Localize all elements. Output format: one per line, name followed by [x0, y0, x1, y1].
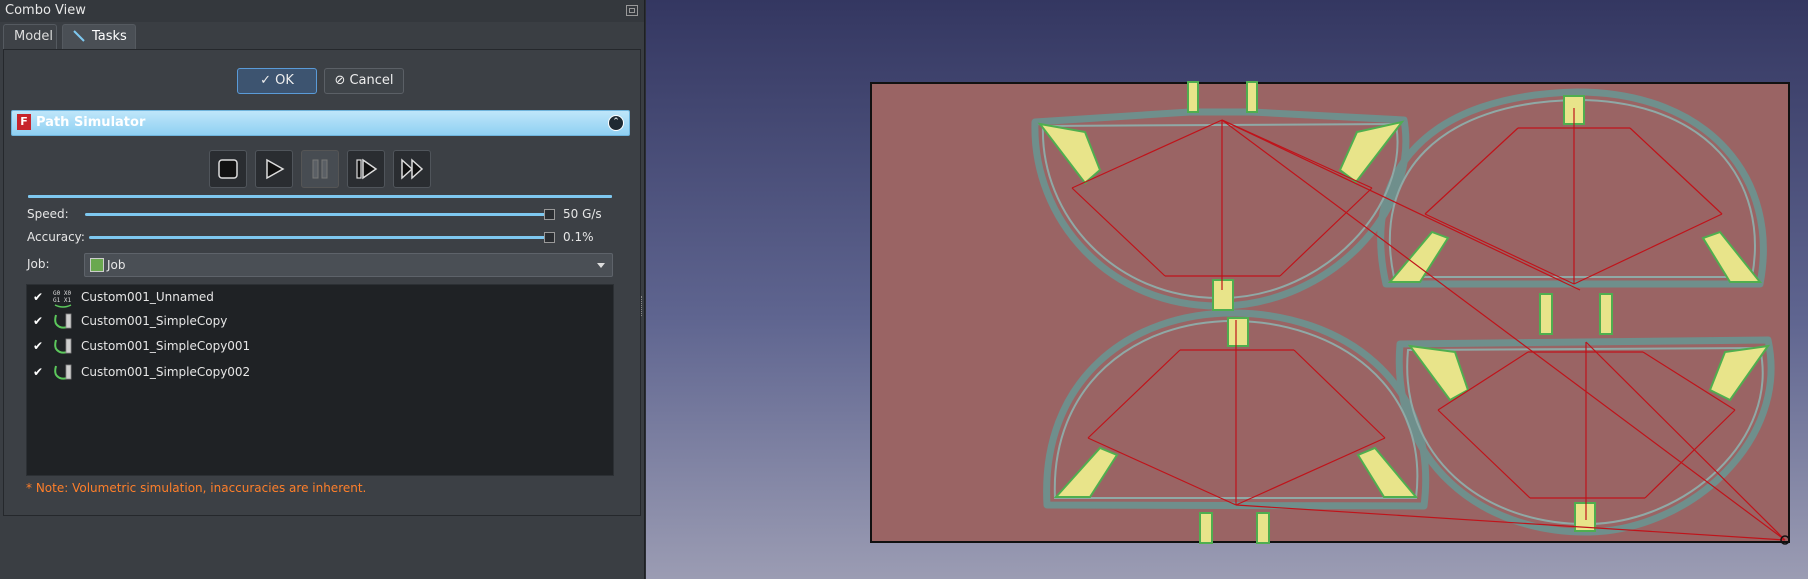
combo-view: Combo View Model Tasks ✓ OK ⊘ Cancel F P… — [0, 0, 645, 579]
gcode-icon-line-2: G1 X1 — [53, 297, 71, 304]
operation-name: Custom001_SimpleCopy — [81, 314, 228, 328]
accuracy-slider[interactable] — [89, 236, 550, 239]
cancel-button-label: Cancel — [349, 73, 394, 88]
simulation-note: * Note: Volumetric simulation, inaccurac… — [26, 481, 367, 495]
gcode-icon-line-1: G0 X0 — [53, 290, 71, 297]
gcode-icon: G0 X0 G1 X1 — [53, 290, 71, 308]
splitter-handle[interactable] — [641, 296, 645, 316]
tab-pad — [1199, 512, 1213, 544]
checkbox[interactable]: ✔ — [33, 314, 43, 328]
chevron-down-icon — [597, 263, 605, 268]
job-select[interactable]: Job — [84, 253, 613, 277]
tab-tasks[interactable]: Tasks — [62, 24, 136, 49]
checkbox[interactable]: ✔ — [33, 339, 43, 353]
tab-pad — [1246, 81, 1258, 113]
operation-name: Custom001_SimpleCopy002 — [81, 365, 251, 379]
job-select-value: Job — [107, 258, 126, 272]
tab-model-label: Model — [14, 29, 54, 44]
fast-forward-icon — [401, 158, 424, 180]
job-label: Job: — [27, 257, 50, 271]
toolpath-icon — [54, 364, 72, 380]
list-item[interactable]: ✔ Custom001_SimpleCopy002 — [27, 361, 613, 385]
tasks-icon — [73, 30, 85, 42]
combo-view-title: Combo View — [5, 3, 86, 18]
path-simulator-header: F Path Simulator ⌃ — [11, 110, 630, 136]
tab-pad — [1599, 293, 1613, 335]
list-item[interactable]: ✔ Custom001_SimpleCopy — [27, 310, 613, 334]
play-icon — [266, 158, 285, 180]
tab-pad — [1539, 293, 1553, 335]
fast-forward-button[interactable] — [393, 150, 431, 188]
step-icon — [356, 158, 378, 180]
stock-block — [870, 82, 1790, 543]
toolpath-icon — [54, 313, 72, 329]
tab-tasks-label: Tasks — [92, 29, 127, 44]
cancel-icon: ⊘ — [334, 73, 350, 88]
tab-pad — [1212, 279, 1234, 311]
speed-slider[interactable] — [85, 213, 550, 216]
accuracy-label: Accuracy: — [27, 230, 85, 244]
accuracy-slider-handle[interactable] — [544, 232, 555, 243]
undock-icon[interactable] — [626, 5, 638, 16]
speed-slider-handle[interactable] — [544, 209, 555, 220]
stop-icon — [218, 159, 238, 179]
tab-pad — [1256, 512, 1270, 544]
operation-name: Custom001_Unnamed — [81, 290, 214, 304]
speed-label: Speed: — [27, 207, 69, 221]
pause-icon — [312, 159, 328, 179]
stop-button[interactable] — [209, 150, 247, 188]
checkbox[interactable]: ✔ — [33, 365, 43, 379]
pause-button[interactable] — [301, 150, 339, 188]
simulation-viewport[interactable] — [646, 0, 1808, 579]
step-button[interactable] — [347, 150, 385, 188]
job-icon — [90, 258, 104, 272]
tab-pad — [1227, 317, 1249, 347]
tab-pad — [1187, 81, 1199, 113]
operations-list: ✔ G0 X0 G1 X1 Custom001_Unnamed ✔ Custom… — [26, 284, 614, 476]
ok-button[interactable]: ✓ OK — [237, 68, 317, 94]
3d-view[interactable] — [646, 0, 1808, 579]
freecad-logo-icon: F — [17, 114, 31, 130]
list-item[interactable]: ✔ G0 X0 G1 X1 Custom001_Unnamed — [27, 286, 613, 310]
simulation-progress-bar — [28, 195, 612, 198]
tab-model[interactable]: Model — [3, 24, 57, 49]
checkbox[interactable]: ✔ — [33, 290, 43, 304]
ok-button-label: OK — [275, 73, 294, 88]
combo-view-titlebar: Combo View — [0, 0, 644, 22]
accuracy-value: 0.1% — [563, 230, 594, 244]
toolpath-icon — [54, 338, 72, 354]
operation-name: Custom001_SimpleCopy001 — [81, 339, 251, 353]
speed-value: 50 G/s — [563, 207, 602, 221]
cancel-button[interactable]: ⊘ Cancel — [324, 68, 404, 94]
collapse-icon[interactable]: ⌃ — [608, 115, 624, 131]
play-button[interactable] — [255, 150, 293, 188]
list-item[interactable]: ✔ Custom001_SimpleCopy001 — [27, 335, 613, 359]
path-simulator-title: Path Simulator — [36, 115, 146, 130]
check-icon: ✓ — [260, 73, 276, 88]
